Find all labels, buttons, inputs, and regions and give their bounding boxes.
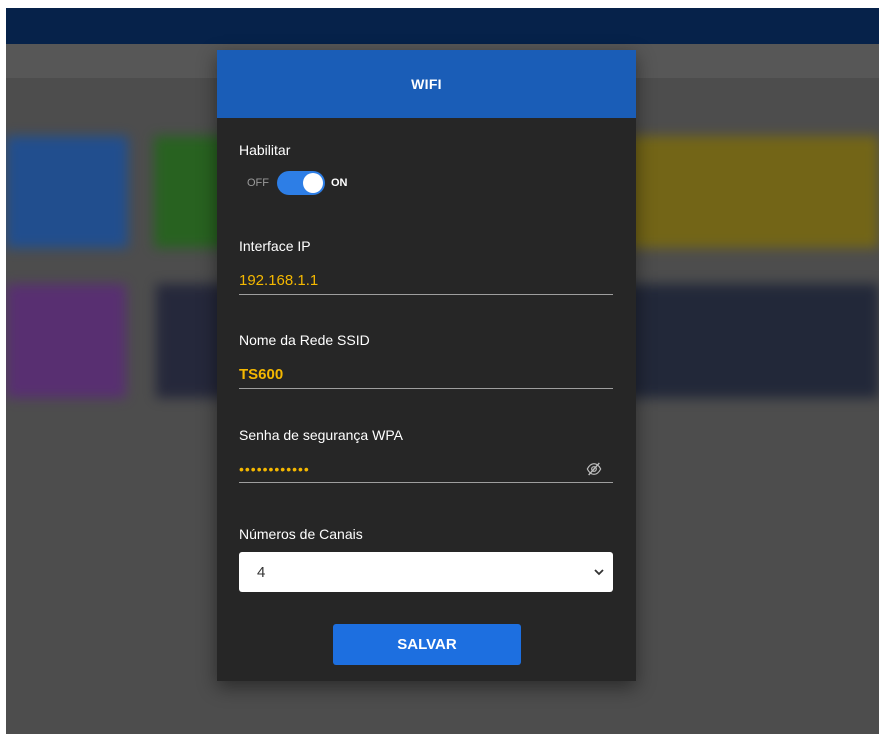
wpa-password-value: ••••••••••••: [239, 461, 310, 477]
interface-ip-label: Interface IP: [239, 238, 311, 254]
wpa-password-input[interactable]: ••••••••••••: [239, 456, 613, 483]
wifi-modal: WIFI Habilitar OFF ON Interface IP 192.1…: [217, 50, 636, 681]
background-tile-blue: [6, 136, 128, 248]
save-button[interactable]: SALVAR: [333, 624, 521, 665]
toggle-off-text: OFF: [247, 177, 269, 189]
enable-toggle-group: OFF ON: [247, 171, 348, 195]
background-top-bar: [6, 8, 879, 44]
ssid-input[interactable]: TS600: [239, 362, 613, 389]
interface-ip-input[interactable]: 192.168.1.1: [239, 268, 613, 295]
wpa-password-label: Senha de segurança WPA: [239, 427, 403, 443]
ssid-label: Nome da Rede SSID: [239, 332, 370, 348]
modal-header: WIFI: [217, 50, 636, 118]
interface-ip-value: 192.168.1.1: [239, 272, 319, 289]
modal-title: WIFI: [411, 76, 442, 92]
channels-label: Números de Canais: [239, 526, 363, 542]
channels-select[interactable]: 4: [239, 552, 613, 592]
enable-toggle[interactable]: [277, 171, 325, 195]
toggle-knob: [303, 173, 323, 193]
ssid-value: TS600: [239, 366, 284, 383]
toggle-on-text: ON: [331, 177, 348, 189]
background-tile-purple: [6, 284, 126, 398]
chevron-down-icon: [594, 569, 604, 576]
channels-selected-value: 4: [257, 563, 266, 581]
eye-slash-icon[interactable]: [585, 461, 603, 477]
enable-label: Habilitar: [239, 142, 291, 158]
